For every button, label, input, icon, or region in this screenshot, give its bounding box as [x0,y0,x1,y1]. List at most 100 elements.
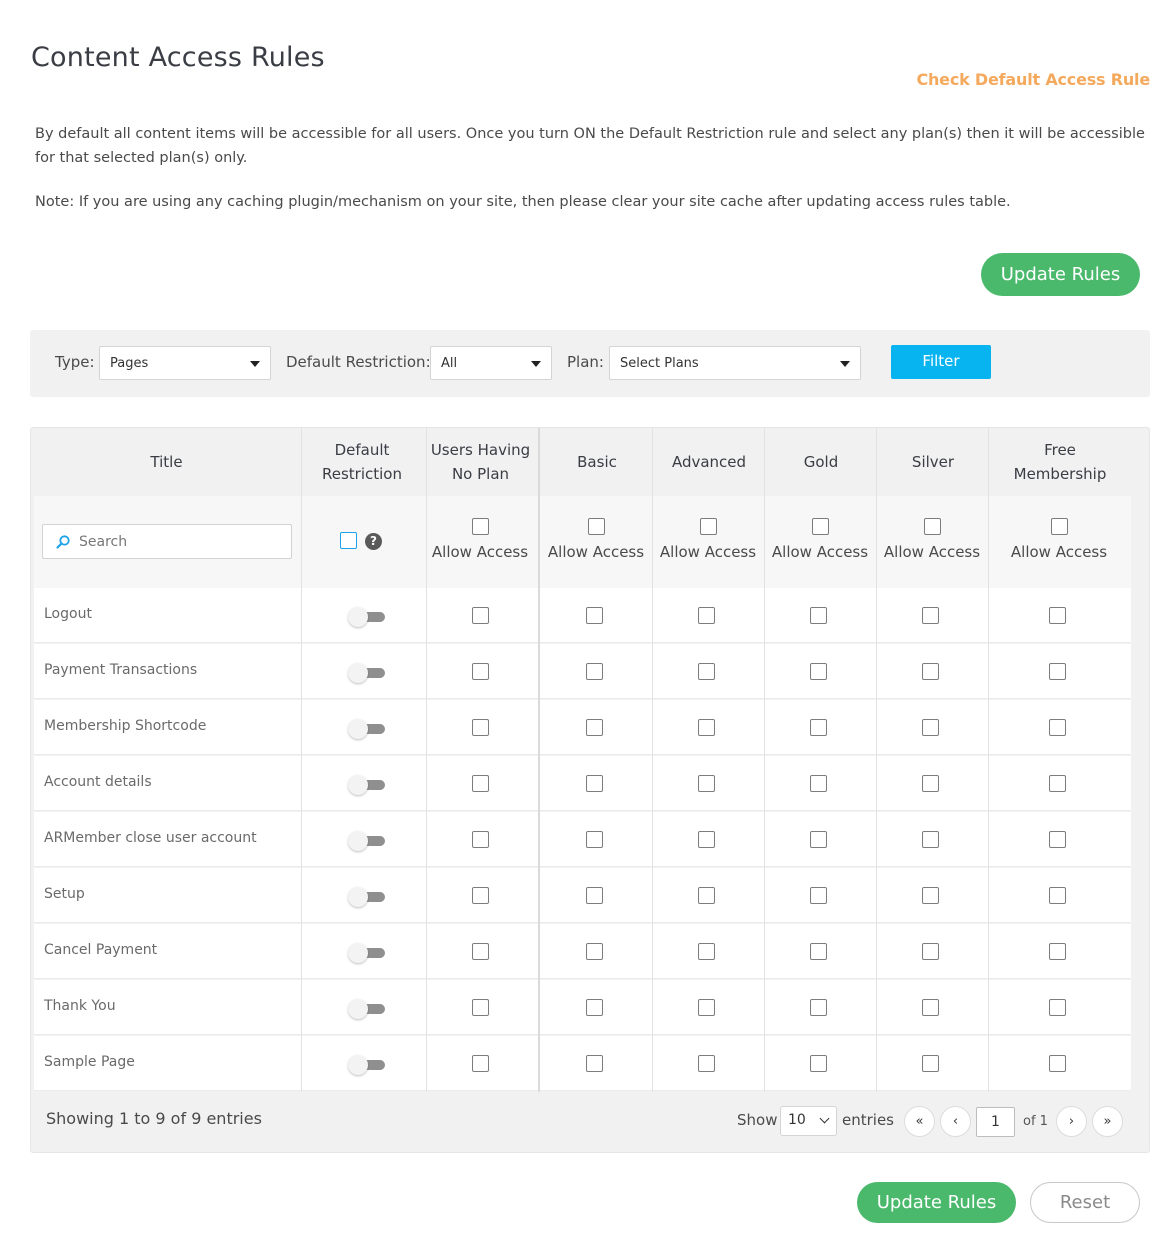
page-count: of 1 [1023,1114,1048,1129]
access-checkbox-advanced[interactable] [698,607,715,624]
access-checkbox-advanced[interactable] [698,887,715,904]
prev-page-button[interactable]: ‹ [940,1106,971,1137]
default-restriction-toggle[interactable] [347,942,387,963]
access-checkbox-no-plan[interactable] [472,775,489,792]
row-title: Sample Page [44,1054,135,1070]
access-checkbox-free-membership[interactable] [1049,943,1066,960]
default-restriction-toggle[interactable] [347,718,387,739]
default-restriction-all-checkbox[interactable] [340,532,357,549]
access-checkbox-basic[interactable] [586,887,603,904]
access-checkbox-gold[interactable] [810,999,827,1016]
table-row: Account details [34,756,1131,811]
default-restriction-label: Default Restriction: [286,353,431,371]
access-checkbox-gold[interactable] [810,943,827,960]
column-divider [764,428,765,1092]
allow-access-basic[interactable]: Allow Access [541,518,651,561]
access-checkbox-basic[interactable] [586,607,603,624]
access-checkbox-advanced[interactable] [698,719,715,736]
update-rules-button-bottom[interactable]: Update Rules [857,1182,1016,1223]
access-checkbox-gold[interactable] [810,887,827,904]
type-select[interactable]: Pages [99,346,271,380]
allow-access-silver[interactable]: Allow Access [877,518,987,561]
access-checkbox-silver[interactable] [922,775,939,792]
allow-access-no-plan[interactable]: Allow Access [425,518,535,561]
row-title: ARMember close user account [44,830,257,846]
default-restriction-toggle[interactable] [347,606,387,627]
access-checkbox-no-plan[interactable] [472,943,489,960]
access-checkbox-silver[interactable] [922,607,939,624]
access-checkbox-basic[interactable] [586,719,603,736]
check-default-access-rule-link[interactable]: Check Default Access Rule [916,70,1150,89]
access-checkbox-advanced[interactable] [698,831,715,848]
access-checkbox-free-membership[interactable] [1049,775,1066,792]
access-checkbox-silver[interactable] [922,719,939,736]
filter-button[interactable]: Filter [891,345,991,379]
access-checkbox-silver[interactable] [922,943,939,960]
allow-access-free[interactable]: Allow Access [1004,518,1114,561]
access-checkbox-free-membership[interactable] [1049,887,1066,904]
default-restriction-toggle[interactable] [347,1054,387,1075]
access-checkbox-advanced[interactable] [698,1055,715,1072]
access-checkbox-basic[interactable] [586,1055,603,1072]
allow-access-checkbox [1050,518,1068,535]
search-icon [56,535,70,549]
access-checkbox-free-membership[interactable] [1049,719,1066,736]
last-page-button[interactable]: » [1092,1106,1123,1137]
access-checkbox-advanced[interactable] [698,999,715,1016]
default-restriction-toggle[interactable] [347,774,387,795]
access-checkbox-free-membership[interactable] [1049,607,1066,624]
help-icon[interactable]: ? [365,533,382,550]
default-restriction-toggle[interactable] [347,830,387,851]
first-page-button[interactable]: « [904,1106,935,1137]
access-checkbox-gold[interactable] [810,831,827,848]
page-description: By default all content items will be acc… [35,126,1145,166]
access-checkbox-silver[interactable] [922,1055,939,1072]
access-checkbox-no-plan[interactable] [472,1055,489,1072]
access-checkbox-advanced[interactable] [698,775,715,792]
access-checkbox-free-membership[interactable] [1049,999,1066,1016]
access-checkbox-no-plan[interactable] [472,887,489,904]
default-restriction-toggle[interactable] [347,662,387,683]
access-checkbox-gold[interactable] [810,719,827,736]
page-number-input[interactable]: 1 [976,1107,1015,1137]
default-restriction-select[interactable]: All [430,346,552,380]
access-checkbox-gold[interactable] [810,775,827,792]
access-checkbox-basic[interactable] [586,999,603,1016]
plan-select[interactable]: Select Plans [609,346,861,380]
access-checkbox-free-membership[interactable] [1049,663,1066,680]
entries-per-page-select[interactable]: 10 [780,1106,837,1136]
access-checkbox-silver[interactable] [922,831,939,848]
allow-access-checkbox [699,518,717,535]
access-checkbox-no-plan[interactable] [472,831,489,848]
access-checkbox-basic[interactable] [586,943,603,960]
access-checkbox-no-plan[interactable] [472,607,489,624]
row-title: Cancel Payment [44,942,158,958]
access-checkbox-advanced[interactable] [698,663,715,680]
default-restriction-toggle[interactable] [347,998,387,1019]
update-rules-button-top[interactable]: Update Rules [981,253,1140,296]
access-checkbox-basic[interactable] [586,663,603,680]
search-input[interactable]: Search [42,524,292,559]
access-checkbox-free-membership[interactable] [1049,831,1066,848]
access-checkbox-no-plan[interactable] [472,999,489,1016]
access-checkbox-silver[interactable] [922,999,939,1016]
access-checkbox-advanced[interactable] [698,943,715,960]
access-checkbox-free-membership[interactable] [1049,1055,1066,1072]
access-checkbox-gold[interactable] [810,1055,827,1072]
table-row: Cancel Payment [34,924,1131,979]
allow-access-checkbox [471,518,489,535]
next-page-button[interactable]: › [1056,1106,1087,1137]
reset-button[interactable]: Reset [1030,1182,1140,1223]
page-title: Content Access Rules [31,42,325,73]
access-checkbox-silver[interactable] [922,663,939,680]
access-checkbox-basic[interactable] [586,831,603,848]
allow-access-gold[interactable]: Allow Access [765,518,875,561]
access-checkbox-no-plan[interactable] [472,719,489,736]
access-checkbox-gold[interactable] [810,663,827,680]
allow-access-advanced[interactable]: Allow Access [653,518,763,561]
access-checkbox-silver[interactable] [922,887,939,904]
default-restriction-toggle[interactable] [347,886,387,907]
access-checkbox-gold[interactable] [810,607,827,624]
access-checkbox-no-plan[interactable] [472,663,489,680]
access-checkbox-basic[interactable] [586,775,603,792]
